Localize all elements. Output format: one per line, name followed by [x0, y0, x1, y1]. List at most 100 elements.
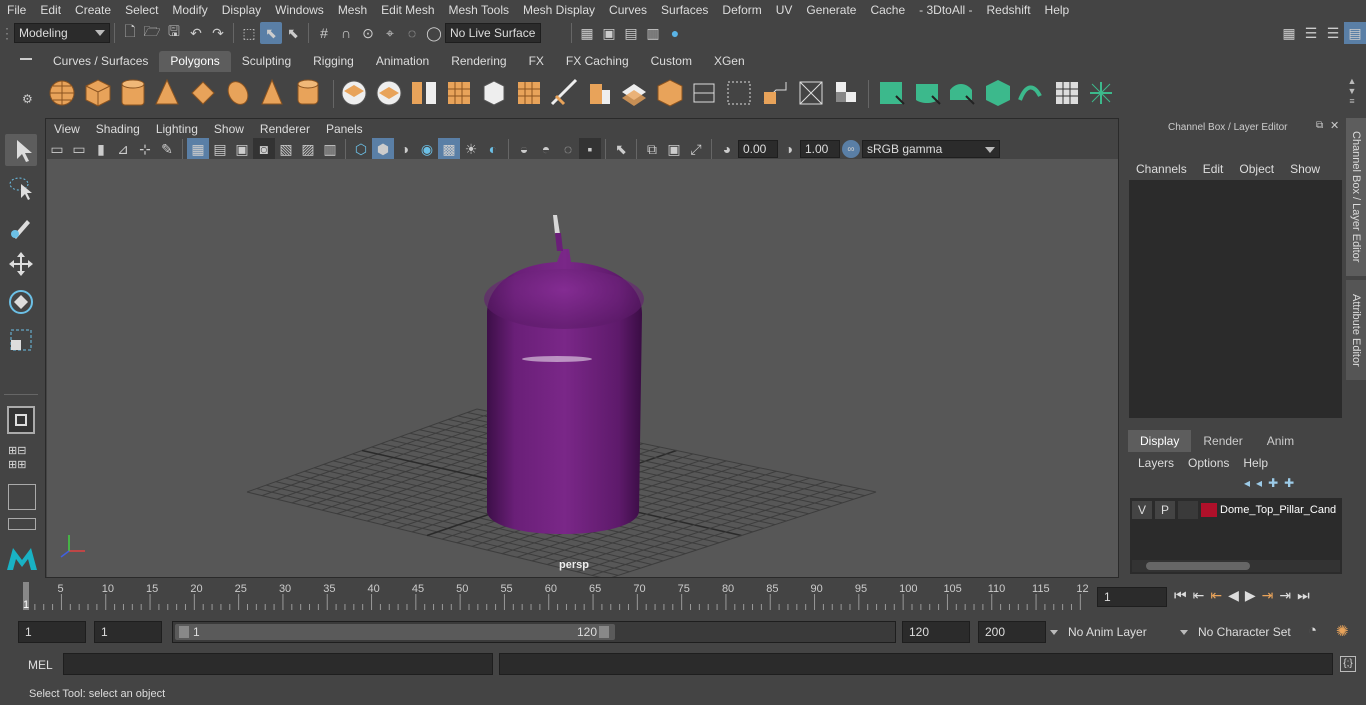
uv-spherical-icon[interactable]	[950, 84, 975, 105]
playback-end-field[interactable]: 120	[902, 621, 970, 643]
xray-icon[interactable]: ▩	[438, 138, 460, 160]
snap-view-icon[interactable]: ⌖	[379, 22, 401, 44]
auto-key-icon[interactable]: ◔	[1308, 622, 1317, 639]
camera-attributes-icon[interactable]: ▭	[68, 138, 90, 160]
menu-redshift[interactable]: Redshift	[980, 3, 1038, 17]
shelf-tab-fx-caching[interactable]: FX Caching	[554, 51, 640, 72]
field-chart-icon[interactable]: ▧	[275, 138, 297, 160]
render-view-icon[interactable]: ▦	[576, 22, 598, 44]
smooth-icon[interactable]	[448, 82, 470, 104]
anti-alias-icon[interactable]: ◌	[557, 138, 579, 160]
layer-tab-anim[interactable]: Anim	[1255, 430, 1306, 452]
candle-mesh[interactable]	[484, 215, 644, 534]
menu-surfaces[interactable]: Surfaces	[654, 3, 715, 17]
menu-create[interactable]: Create	[68, 3, 118, 17]
merge-icon[interactable]	[727, 81, 751, 105]
menu-3dtoall[interactable]: - 3DtoAll -	[912, 3, 979, 17]
channel-menu-channels[interactable]: Channels	[1136, 162, 1187, 176]
channel-menu-object[interactable]: Object	[1239, 162, 1274, 176]
layer-menu-layers[interactable]: Layers	[1138, 456, 1174, 470]
menu-help[interactable]: Help	[1038, 3, 1077, 17]
smooth-shade-icon[interactable]: ⬢	[372, 138, 394, 160]
uv-planar-icon[interactable]	[880, 82, 905, 105]
safe-title-icon[interactable]: ▥	[319, 138, 341, 160]
menu-curves[interactable]: Curves	[602, 3, 654, 17]
multi-cut-icon[interactable]	[550, 78, 578, 106]
shelf-scroll-icon[interactable]: ▲ ▼ ≡	[1346, 76, 1358, 112]
shelf-tab-custom[interactable]: Custom	[639, 51, 703, 72]
rotate-tool-icon[interactable]	[5, 286, 37, 318]
bookmark-icon[interactable]: ▮	[90, 138, 112, 160]
shelf-options-icon[interactable]	[20, 58, 32, 64]
single-view-layout-icon[interactable]	[7, 406, 35, 434]
anim-layer-dropdown[interactable]: No Anim Layer	[1050, 621, 1168, 643]
command-input[interactable]	[63, 653, 493, 675]
isolate-select-icon[interactable]: ⬉	[610, 138, 632, 160]
layer-type-toggle[interactable]	[1178, 501, 1198, 519]
command-language-label[interactable]: MEL	[28, 658, 53, 672]
render-settings-icon[interactable]: ▥	[642, 22, 664, 44]
viewport-menu-lighting[interactable]: Lighting	[148, 122, 206, 136]
fill-hole-icon[interactable]	[763, 82, 787, 104]
grease-pencil-icon[interactable]: ✎	[156, 138, 178, 160]
extrude-icon[interactable]	[590, 84, 610, 104]
select-hierarchy-icon[interactable]: ⬚	[238, 22, 260, 44]
side-tab-channel-box[interactable]: Channel Box / Layer Editor	[1346, 118, 1366, 276]
paint-select-icon[interactable]	[5, 210, 37, 242]
step-back-key-icon[interactable]: ⇤	[1210, 587, 1222, 604]
undo-icon[interactable]: ↶	[185, 22, 207, 44]
open-scene-icon[interactable]: 🗁	[141, 22, 163, 44]
menu-set-dropdown[interactable]: Modeling	[14, 23, 110, 43]
safe-action-icon[interactable]: ▨	[297, 138, 319, 160]
move-tool-icon[interactable]	[5, 248, 37, 280]
channel-box-toggle-icon[interactable]: ▤	[1344, 22, 1366, 44]
panel-close-icon[interactable]: ✕	[1330, 119, 1339, 132]
layer-visibility-toggle[interactable]: V	[1132, 501, 1152, 519]
play-backward-icon[interactable]: ◀	[1228, 587, 1239, 604]
snap-surface-icon[interactable]: ◌	[401, 22, 423, 44]
scene-end-field[interactable]: 200	[978, 621, 1046, 643]
hypershade-icon[interactable]: ●	[664, 22, 686, 44]
viewport-menu-show[interactable]: Show	[206, 122, 252, 136]
poly-plane-icon[interactable]	[191, 81, 215, 105]
shelf-tab-rendering[interactable]: Rendering	[440, 51, 518, 72]
script-editor-icon[interactable]: {;}	[1340, 656, 1356, 672]
menu-generate[interactable]: Generate	[799, 3, 863, 17]
wireframe-on-shaded-icon[interactable]: ◑	[394, 138, 416, 160]
shelf-tab-curves-surfaces[interactable]: Curves / Surfaces	[42, 51, 160, 72]
save-scene-icon[interactable]: 🖫	[163, 22, 185, 44]
boolean-icon[interactable]	[483, 80, 505, 106]
menu-windows[interactable]: Windows	[268, 3, 331, 17]
menu-file[interactable]: File	[0, 3, 33, 17]
live-surface-field[interactable]: No Live Surface	[445, 23, 541, 43]
menu-mesh-tools[interactable]: Mesh Tools	[442, 3, 516, 17]
shelf-tab-rigging[interactable]: Rigging	[302, 51, 365, 72]
layer-tab-render[interactable]: Render	[1191, 430, 1254, 452]
motion-blur-icon[interactable]: ◓	[535, 138, 557, 160]
channel-menu-edit[interactable]: Edit	[1203, 162, 1224, 176]
menu-deform[interactable]: Deform	[715, 3, 768, 17]
uv-unfold-icon[interactable]	[1018, 85, 1042, 101]
shadows-icon[interactable]: ◐	[482, 138, 504, 160]
poly-torus-icon[interactable]	[224, 78, 252, 108]
step-forward-key-icon[interactable]: ⇥	[1262, 587, 1274, 604]
colorspace-dropdown[interactable]: sRGB gamma	[862, 140, 1000, 158]
viewport-menu-renderer[interactable]: Renderer	[252, 122, 318, 136]
viewport-menu-panels[interactable]: Panels	[318, 122, 371, 136]
combine-icon[interactable]	[341, 80, 367, 106]
poly-pipe-icon[interactable]	[297, 79, 319, 105]
current-frame-field[interactable]: 1	[1097, 587, 1167, 607]
go-to-start-icon[interactable]: ⏮	[1174, 587, 1187, 604]
shelf-tab-sculpting[interactable]: Sculpting	[230, 51, 303, 72]
menu-edit-mesh[interactable]: Edit Mesh	[374, 3, 441, 17]
color-management-icon[interactable]: ∞	[842, 140, 860, 158]
shelf-tab-fx[interactable]: FX	[517, 51, 555, 72]
layer-color-swatch[interactable]	[1201, 503, 1217, 517]
gamma-field[interactable]: 1.00	[800, 140, 840, 158]
layer-tab-display[interactable]: Display	[1128, 430, 1192, 452]
snap-curve-icon[interactable]: ∩	[335, 22, 357, 44]
character-set-dropdown[interactable]: No Character Set	[1180, 621, 1300, 643]
xray-active-icon[interactable]: ▣	[663, 138, 685, 160]
render-frame-icon[interactable]: ▣	[598, 22, 620, 44]
channel-menu-show[interactable]: Show	[1290, 162, 1320, 176]
